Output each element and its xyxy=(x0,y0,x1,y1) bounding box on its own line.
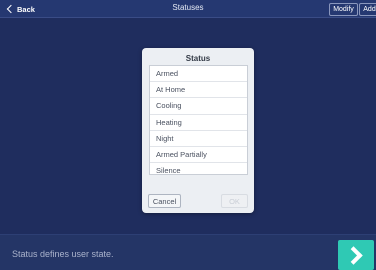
list-item-armed-partially[interactable]: Armed Partially xyxy=(150,147,247,164)
list-item-night[interactable]: Night xyxy=(150,131,247,147)
page-title: Statuses xyxy=(172,3,204,12)
list-item-armed[interactable]: Armed xyxy=(150,66,247,83)
top-nav-bar: Back Statuses Modify Add xyxy=(0,0,376,18)
status-list[interactable]: Armed At Home Cooling Heating Night Arme… xyxy=(149,65,248,175)
app-screen: Back Statuses Modify Add Status Armed At… xyxy=(0,0,376,270)
cancel-button[interactable]: Cancel xyxy=(148,194,181,208)
status-dialog: Status Armed At Home Cooling Heating Nig… xyxy=(142,48,254,213)
ok-button[interactable]: OK xyxy=(221,194,248,208)
modify-button[interactable]: Modify xyxy=(329,3,358,16)
add-button[interactable]: Add xyxy=(359,3,376,16)
list-item-silence[interactable]: Silence xyxy=(150,163,247,174)
next-button[interactable] xyxy=(338,240,374,270)
list-item-heating[interactable]: Heating xyxy=(150,115,247,131)
chevron-right-icon xyxy=(343,245,363,265)
status-caption: Status defines user state. xyxy=(12,249,114,259)
list-item-cooling[interactable]: Cooling xyxy=(150,98,247,115)
list-item-at-home[interactable]: At Home xyxy=(150,82,247,99)
dialog-title: Status xyxy=(185,54,211,63)
